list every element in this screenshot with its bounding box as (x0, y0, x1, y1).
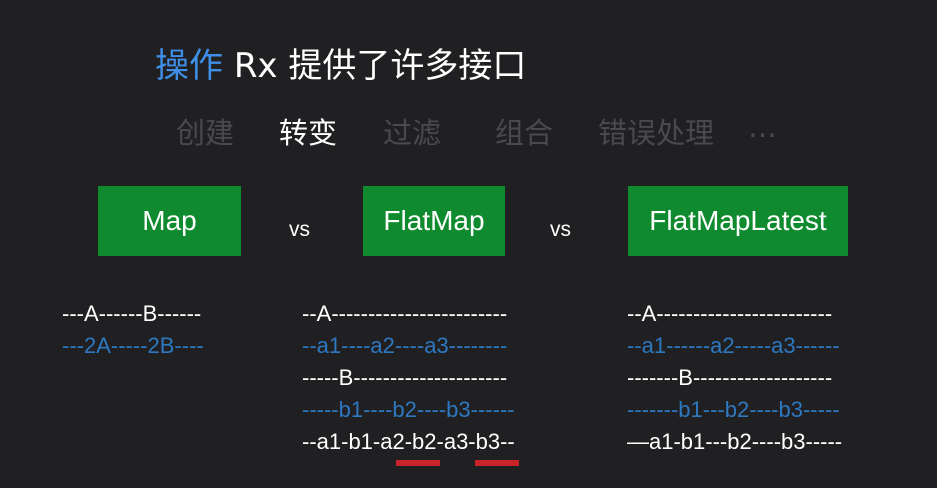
map-operator-box: Map (98, 186, 241, 256)
inner-stream-b: -----b1----b2----b3------ (302, 397, 515, 422)
flatmap-marble-diagram: --A------------------------ --a1----a2--… (302, 298, 515, 458)
vs-label: vs (289, 218, 310, 241)
flatmaplatest-marble-diagram: --A------------------------ --a1------a2… (627, 298, 842, 458)
title-text: Rx 提供了许多接口 (233, 46, 527, 86)
flatmap-operator-box: FlatMap (363, 186, 505, 256)
tab-create: 创建 (176, 116, 235, 150)
map-marble-diagram: ---A------B------ ---2A-----2B---- (62, 298, 204, 362)
title-accent: 操作 (155, 46, 223, 86)
tab-error-handling: 错误处理 (598, 116, 715, 150)
source-stream: ---A------B------ (62, 301, 202, 326)
inner-stream-b: -------b1---b2----b3----- (627, 397, 840, 422)
tab-transform: 转变 (279, 116, 338, 150)
slide-title: 操作 Rx 提供了许多接口 (155, 38, 526, 87)
highlight-underline-a3 (475, 460, 519, 466)
highlight-underline-a2 (396, 460, 440, 466)
operator-category-tabs: 创建 转变 过滤 组合 错误处理 … (0, 110, 937, 150)
flatmaplatest-operator-box: FlatMapLatest (628, 186, 848, 256)
inner-stream-a: --a1----a2----a3-------- (302, 333, 508, 358)
tab-more: … (748, 110, 777, 144)
source-stream-a: --A------------------------ (627, 301, 833, 326)
source-stream-b: -----B--------------------- (302, 365, 508, 390)
merged-output-stream: --a1-b1-a2-b2-a3-b3-- (302, 429, 515, 454)
inner-stream-a: --a1------a2-----a3------ (627, 333, 840, 358)
vs-label: vs (550, 218, 571, 241)
source-stream-a: --A------------------------ (302, 301, 508, 326)
latest-output-stream: —a1-b1---b2----b3----- (627, 429, 843, 454)
source-stream-b: -------B------------------- (627, 365, 833, 390)
mapped-stream: ---2A-----2B---- (62, 333, 204, 358)
tab-combine: 组合 (495, 116, 554, 150)
tab-filter: 过滤 (383, 116, 442, 150)
